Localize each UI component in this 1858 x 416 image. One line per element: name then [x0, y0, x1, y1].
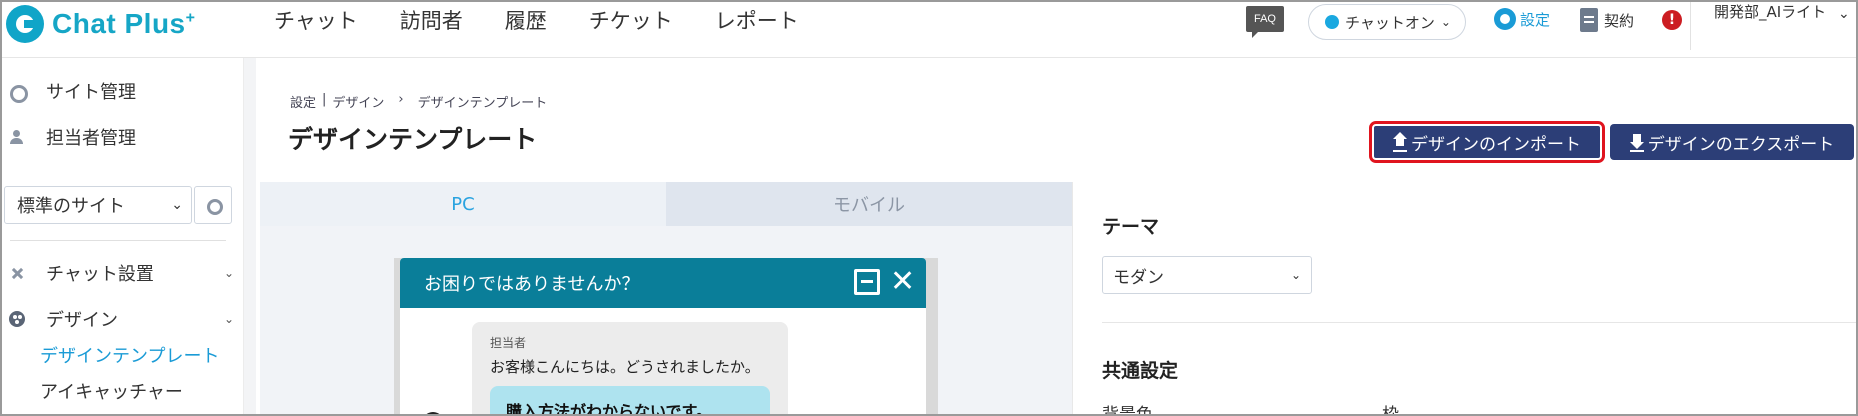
sidebar-item-label: サイト管理 — [46, 82, 136, 103]
site-select[interactable]: 標準のサイト ⌄ — [4, 186, 192, 224]
app-window: Chat Plus+ チャット 訪問者 履歴 チケット レポート FAQ チャッ… — [0, 0, 1858, 416]
sidebar-scrollbar[interactable] — [244, 58, 256, 414]
nav-history[interactable]: 履歴 — [505, 5, 547, 35]
import-button-label: デザインのインポート — [1411, 134, 1581, 155]
chevron-down-icon: ⌄ — [1440, 15, 1451, 29]
frame-label: 枠 — [1382, 405, 1399, 416]
sidebar-item-site-management[interactable]: サイト管理 — [2, 78, 136, 104]
tab-pc[interactable]: PC — [260, 182, 666, 226]
theme-section-title: テーマ — [1102, 216, 1160, 238]
nav-chat[interactable]: チャット — [274, 5, 358, 35]
sidebar-subitem-design-template[interactable]: デザインテンプレート — [40, 342, 219, 368]
faq-icon[interactable]: FAQ — [1246, 6, 1284, 38]
chevron-down-icon[interactable]: ⌄ — [1838, 6, 1850, 22]
sidebar-item-label: 担当者管理 — [46, 128, 136, 149]
design-export-button[interactable]: デザインのエクスポート — [1610, 124, 1854, 160]
nav-tickets[interactable]: チケット — [589, 5, 673, 35]
message-sender: 担当者 — [490, 336, 527, 350]
sidebar-divider — [10, 240, 226, 241]
logo[interactable]: Chat Plus+ — [6, 4, 195, 44]
header-divider — [1690, 2, 1691, 50]
chevron-down-icon[interactable]: ⌄ — [224, 312, 234, 326]
tab-mobile[interactable]: モバイル — [666, 182, 1072, 226]
widget-title: お困りではありませんか？ — [424, 274, 640, 295]
chat-status-label: チャットオン — [1345, 13, 1435, 32]
sidebar-subitem-eye-catcher[interactable]: アイキャッチャー — [40, 378, 183, 404]
settings-label: 設定 — [1520, 10, 1551, 29]
chat-bubble-logo-icon — [6, 5, 44, 43]
panel-divider — [1072, 182, 1073, 414]
document-icon — [1580, 8, 1598, 32]
theme-select-value: モダン — [1113, 267, 1164, 288]
alert-icon[interactable]: ! — [1662, 10, 1682, 30]
bg-color-label: 背景色 — [1102, 405, 1153, 416]
user-menu-name[interactable]: 開発部_AIライト — [1714, 2, 1834, 22]
tools-icon — [8, 264, 26, 282]
sidebar-item-staff-management[interactable]: 担当者管理 — [2, 124, 136, 150]
section-divider — [1102, 322, 1856, 323]
device-tabs: PC モバイル — [260, 182, 1072, 226]
main-nav: チャット 訪問者 履歴 チケット レポート — [274, 2, 799, 38]
breadcrumb-settings[interactable]: 設定 — [290, 92, 316, 111]
design-import-button[interactable]: デザインのインポート — [1369, 121, 1605, 163]
logo-text: Chat Plus+ — [52, 8, 196, 39]
breadcrumb-current: デザインテンプレート — [417, 96, 548, 111]
message-text: お客様こんにちは。どうされましたか。 — [490, 358, 760, 376]
nav-reports[interactable]: レポート — [715, 5, 799, 35]
upload-icon — [1393, 132, 1407, 152]
chevron-down-icon: ⌄ — [171, 197, 183, 213]
breadcrumb-separator: | — [322, 92, 327, 107]
contract-label: 契約 — [1604, 11, 1635, 30]
users-icon — [8, 128, 26, 146]
chevron-down-icon[interactable]: ⌄ — [224, 266, 234, 280]
settings-link[interactable]: 設定 — [1494, 8, 1550, 30]
export-button-label: デザインのエクスポート — [1647, 134, 1835, 155]
breadcrumb: 設定 | デザイン › デザインテンプレート — [290, 92, 547, 111]
chevron-down-icon: ⌄ — [1290, 268, 1301, 282]
gear-icon — [8, 82, 28, 103]
theme-select[interactable]: モダン ⌄ — [1102, 256, 1312, 294]
sidebar-item-chat-setup[interactable]: チャット設置 — [2, 260, 154, 286]
breadcrumb-separator: › — [398, 92, 404, 107]
minimize-icon[interactable] — [854, 269, 880, 295]
top-header: Chat Plus+ チャット 訪問者 履歴 チケット レポート FAQ チャッ… — [2, 2, 1856, 58]
contract-link[interactable]: 契約 — [1580, 8, 1634, 32]
page-title: デザインテンプレート — [288, 125, 538, 154]
palette-icon — [8, 310, 26, 328]
site-settings-button[interactable] — [194, 186, 232, 224]
sidebar-item-design[interactable]: デザイン — [2, 306, 118, 332]
sidebar: サイト管理 担当者管理 標準のサイト ⌄ チャット設置 ⌄ デザイン ⌄ デザイ… — [2, 58, 244, 414]
status-dot-icon — [1325, 15, 1339, 29]
nav-visitors[interactable]: 訪問者 — [400, 5, 463, 35]
site-select-value: 標準のサイト — [17, 196, 125, 217]
widget-header: お困りではありませんか？ ✕ — [400, 258, 926, 308]
breadcrumb-design[interactable]: デザイン — [332, 92, 384, 111]
sidebar-item-label: デザイン — [46, 310, 118, 331]
sidebar-item-label: チャット設置 — [46, 264, 154, 285]
quick-reply-button[interactable]: 購入方法がわからないです。 — [490, 386, 770, 414]
close-icon[interactable]: ✕ — [890, 264, 915, 300]
gear-icon — [1494, 8, 1516, 30]
chat-status-toggle[interactable]: チャットオン ⌄ — [1308, 4, 1466, 40]
download-icon — [1629, 134, 1644, 152]
common-settings-title: 共通設定 — [1102, 360, 1179, 382]
